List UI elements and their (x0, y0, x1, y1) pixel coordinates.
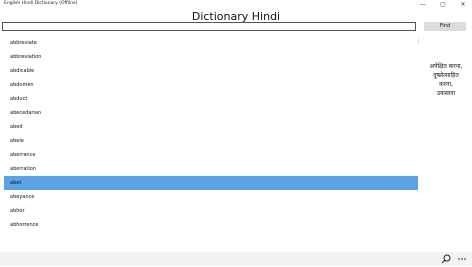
search-input[interactable] (2, 22, 416, 31)
meaning-panel: अपेक्षित करना, दुष्प्रोत्साहित करना, उकस… (424, 62, 468, 98)
bottom-app-bar (0, 252, 472, 266)
minimize-button[interactable]: — (416, 0, 430, 10)
list-item[interactable]: abeyance (4, 190, 418, 204)
meaning-line: अपेक्षित करना, (429, 63, 463, 70)
find-button[interactable]: Find (424, 22, 466, 31)
search-icon[interactable] (440, 254, 452, 264)
meaning-line: करना, (439, 81, 453, 88)
meaning-line: उकसाना (436, 90, 456, 97)
list-item[interactable]: aberrance (4, 148, 418, 162)
list-item[interactable]: abhor (4, 204, 418, 218)
list-item[interactable]: abele (4, 134, 418, 148)
list-item[interactable]: abduct (4, 92, 418, 106)
more-icon[interactable] (456, 254, 468, 264)
meaning-line: दुष्प्रोत्साहित (433, 72, 459, 79)
list-item[interactable]: abecedarian (4, 106, 418, 120)
maximize-button[interactable]: ▢ (436, 0, 450, 10)
list-item[interactable]: abdicable (4, 64, 418, 78)
more-options-icon[interactable]: ⋮ (416, 38, 421, 44)
list-item[interactable]: abbreviation (4, 50, 418, 64)
word-list: abbreviate abbreviation abdicable abdome… (4, 36, 418, 232)
list-item[interactable]: abdomen (4, 78, 418, 92)
title-bar: English Hindi Dictionary (Offline) — ▢ ✕ (0, 0, 472, 10)
list-item[interactable]: abhorrence (4, 218, 418, 232)
close-button[interactable]: ✕ (456, 0, 470, 10)
list-item[interactable]: aberration (4, 162, 418, 176)
window-title: English Hindi Dictionary (Offline) (4, 1, 78, 6)
list-item[interactable]: abed (4, 120, 418, 134)
list-item-selected[interactable]: abet (4, 176, 418, 190)
list-item[interactable]: abbreviate (4, 36, 418, 50)
